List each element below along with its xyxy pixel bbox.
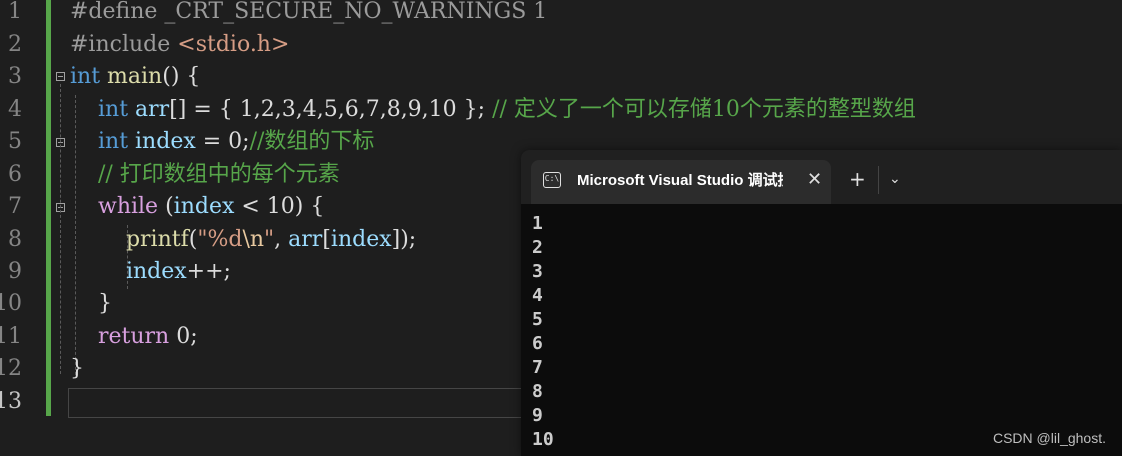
variable-name: index xyxy=(128,129,196,154)
line-number: 1 xyxy=(8,0,22,24)
output-line: 4 xyxy=(532,285,543,306)
macro-definition: _CRT_SECURE_NO_WARNINGS 1 xyxy=(157,0,548,24)
output-line: 2 xyxy=(532,237,543,258)
code-line-2[interactable]: #include <stdio.h> xyxy=(70,29,289,61)
code-line-10[interactable]: } xyxy=(70,288,112,320)
type-keyword: int xyxy=(70,64,101,89)
debug-console-window[interactable]: C:\ Microsoft Visual Studio 调试控制台 ✕ + ⌄ … xyxy=(521,150,1122,456)
variable-name: arr xyxy=(128,97,170,122)
line-number: 7 xyxy=(8,194,22,219)
titlebar-separator xyxy=(878,166,879,194)
control-keyword: while xyxy=(97,194,159,219)
output-line: 6 xyxy=(532,333,543,354)
control-keyword: return xyxy=(97,324,170,349)
change-indicator-bar xyxy=(46,0,51,416)
code-line-3[interactable]: int main() { xyxy=(70,61,200,93)
code-punctuation: ]); xyxy=(391,227,417,252)
escape-sequence: \n xyxy=(242,227,265,252)
output-line: 1 xyxy=(532,213,543,234)
condition: < 10) { xyxy=(234,194,325,219)
line-number: 3 xyxy=(8,64,22,89)
line-number-gutter: 1 2 3 4 5 6 7 8 9 10 11 12 13 xyxy=(0,0,46,456)
line-number: 12 xyxy=(0,356,22,381)
line-number: 9 xyxy=(8,259,22,284)
line-number: 8 xyxy=(8,227,22,252)
line-number-current: 13 xyxy=(0,389,22,414)
output-line: 3 xyxy=(532,261,543,282)
line-number: 11 xyxy=(0,324,22,349)
function-name: main xyxy=(100,64,163,89)
line-number: 2 xyxy=(8,32,22,57)
code-line-8[interactable]: printf("%d\n", arr[index]); xyxy=(70,224,416,256)
code-comment: // 定义了一个可以存储10个元素的整型数组 xyxy=(485,97,916,122)
code-line-7[interactable]: while (index < 10) { xyxy=(70,191,324,223)
line-number: 10 xyxy=(0,291,22,316)
code-line-6[interactable]: // 打印数组中的每个元素 xyxy=(70,159,340,191)
closing-brace: } xyxy=(97,291,112,316)
console-titlebar[interactable]: C:\ Microsoft Visual Studio 调试控制台 ✕ + ⌄ xyxy=(521,150,1122,204)
line-number: 6 xyxy=(8,162,22,187)
console-tab[interactable]: C:\ Microsoft Visual Studio 调试控制台 ✕ xyxy=(531,160,831,204)
variable-name: index xyxy=(330,227,392,252)
collapse-toggle-icon[interactable] xyxy=(56,72,65,81)
include-header: <stdio.h> xyxy=(170,32,290,57)
code-line-1[interactable]: #define _CRT_SECURE_NO_WARNINGS 1 xyxy=(70,0,547,28)
console-output: 1 2 3 4 5 6 7 8 9 10 xyxy=(532,212,554,452)
variable-name: index xyxy=(173,194,235,219)
code-line-12[interactable]: } xyxy=(70,353,84,385)
output-line: 5 xyxy=(532,309,543,330)
string-literal: " xyxy=(264,227,275,252)
terminal-icon: C:\ xyxy=(543,172,561,188)
line-number: 5 xyxy=(8,129,22,154)
line-number: 4 xyxy=(8,97,22,122)
code-line-11[interactable]: return 0; xyxy=(70,321,198,353)
array-initializer: [] = { 1,2,3,4,5,6,7,8,9,10 }; xyxy=(169,97,486,122)
variable-name: index xyxy=(125,259,187,284)
current-line-highlight[interactable] xyxy=(68,388,528,418)
outline-guide xyxy=(60,84,61,374)
function-call: printf xyxy=(125,227,189,252)
string-literal: "%d xyxy=(197,227,243,252)
type-keyword: int xyxy=(97,129,129,154)
watermark: CSDN @lil_ghost. xyxy=(992,430,1106,446)
type-keyword: int xyxy=(97,97,129,122)
output-line: 8 xyxy=(532,381,543,402)
code-punctuation: , xyxy=(274,227,289,252)
increment: ++; xyxy=(186,259,231,284)
preprocessor-directive: #include xyxy=(70,32,171,57)
return-value: 0; xyxy=(169,324,198,349)
code-comment: // 打印数组中的每个元素 xyxy=(97,162,340,187)
code-line-9[interactable]: index++; xyxy=(70,256,231,288)
plus-icon[interactable]: + xyxy=(849,168,866,190)
code-comment: //数组的下标 xyxy=(249,129,375,154)
code-punctuation: [ xyxy=(322,227,331,252)
closing-brace: } xyxy=(70,356,84,381)
code-punctuation: ( xyxy=(158,194,174,219)
preprocessor-directive: #define xyxy=(70,0,158,24)
variable-name: arr xyxy=(288,227,323,252)
code-line-4[interactable]: int arr[] = { 1,2,3,4,5,6,7,8,9,10 }; //… xyxy=(70,94,916,126)
tab-title: Microsoft Visual Studio 调试控制台 xyxy=(577,172,783,189)
code-punctuation: () { xyxy=(162,64,201,89)
output-line: 10 xyxy=(532,429,554,450)
output-line: 7 xyxy=(532,357,543,378)
chevron-down-icon[interactable]: ⌄ xyxy=(889,168,901,190)
output-line: 9 xyxy=(532,405,543,426)
close-icon[interactable]: ✕ xyxy=(807,169,822,191)
assignment: = 0; xyxy=(195,129,250,154)
code-line-5[interactable]: int index = 0;//数组的下标 xyxy=(70,126,374,158)
